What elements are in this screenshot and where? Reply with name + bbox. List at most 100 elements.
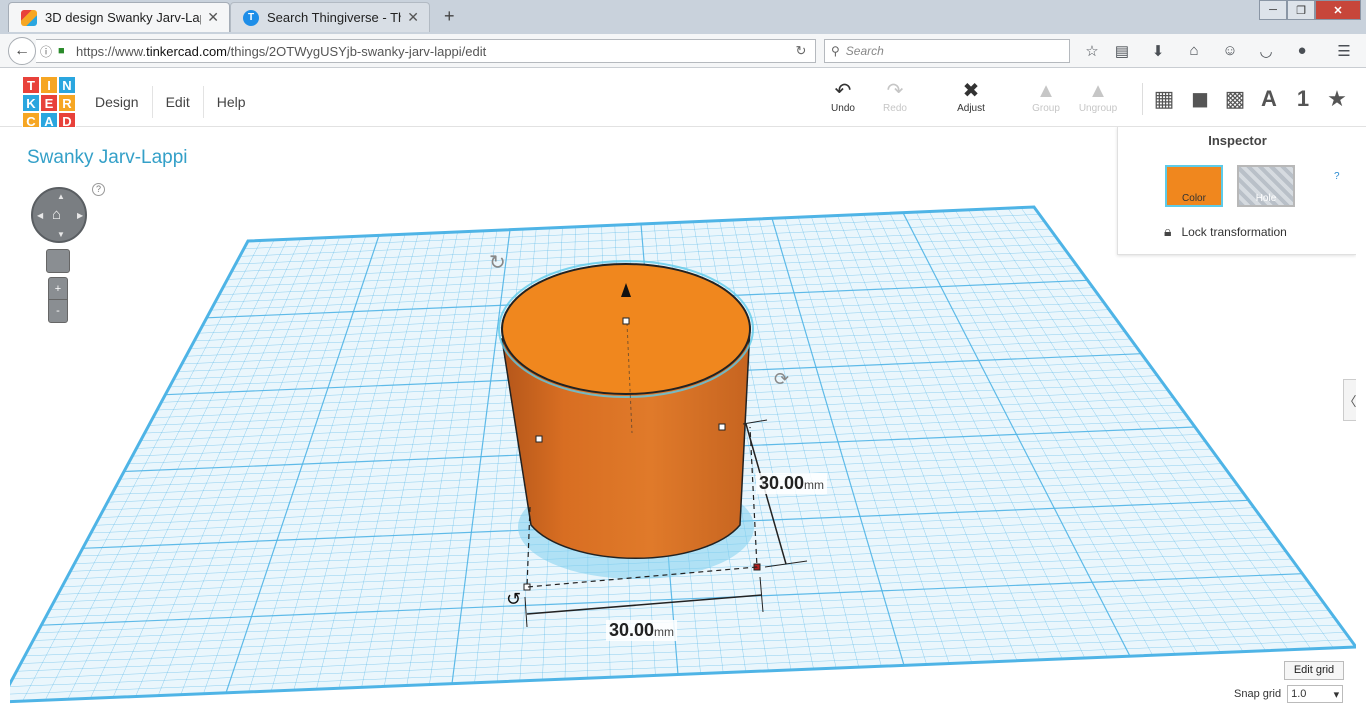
logo-letter: R [58, 94, 76, 112]
padlock-icon: 🔒︎ [1164, 223, 1172, 239]
menu-design[interactable]: Design [82, 86, 153, 118]
help-icon[interactable]: ? [92, 183, 105, 196]
menu-edit[interactable]: Edit [153, 86, 204, 118]
url-host: tinkercad.com [146, 43, 227, 59]
ungroup-button[interactable]: ▲ Ungroup [1074, 79, 1122, 114]
url-path: /things/2OTWygUSYjb-swanky-jarv-lappi/ed… [227, 43, 487, 59]
tinkercad-icon [21, 9, 37, 26]
group-button[interactable]: ▲ Group [1022, 79, 1070, 114]
snap-grid-control: Snap grid 1.0 ▾ [1234, 685, 1344, 703]
hole-button[interactable]: Hole [1237, 165, 1295, 207]
redo-icon: ↷ [886, 80, 904, 102]
chevron-down-icon: ▾ [1333, 688, 1340, 701]
back-button[interactable]: ← [8, 37, 36, 65]
zoom-in-button[interactable]: + [49, 278, 67, 300]
workspace[interactable]: ↻ ↺ ⟳ Swanky Jarv-Lappi ? ▲ ▼ ◀ ▶ ⌂ + - 30… [10, 127, 1356, 720]
height-unit: mm [804, 478, 825, 492]
logo-letter: T [22, 76, 40, 94]
logo-letter: K [22, 94, 40, 112]
tab-tinkercad[interactable]: 3D design Swanky Jarv-Lap... ✕ [8, 2, 230, 32]
download-icon[interactable]: ⬇ [1148, 42, 1168, 62]
idea-icon[interactable]: ● [1292, 42, 1312, 62]
collapse-panel-icon[interactable]: 〈 [1343, 379, 1356, 421]
close-tab-icon[interactable]: ✕ [407, 9, 419, 26]
orbit-right-icon[interactable]: ▶ [77, 211, 83, 220]
group-icon: ▲ [1036, 80, 1056, 102]
new-tab-icon[interactable]: + [444, 6, 455, 27]
fit-view-cube-icon[interactable] [46, 249, 70, 273]
pocket-icon[interactable]: ◡ [1256, 42, 1276, 62]
snap-grid-label: Snap grid [1234, 688, 1282, 700]
maximize-button[interactable]: ❐ [1287, 0, 1315, 20]
redo-button[interactable]: ↷ Redo [871, 79, 919, 114]
ungroup-label: Ungroup [1078, 103, 1118, 114]
adjust-icon: ✖ [962, 80, 980, 102]
grid-view-icon[interactable]: ▦ [1150, 85, 1178, 113]
search-placeholder: Search [845, 44, 884, 58]
minimize-button[interactable]: ─ [1259, 0, 1287, 20]
tab-title: 3D design Swanky Jarv-Lap... [45, 10, 202, 25]
thingiverse-icon: T [243, 9, 259, 26]
reading-list-icon[interactable]: ▤ [1112, 42, 1132, 62]
zoom-out-button[interactable]: - [49, 300, 67, 322]
edit-grid-button[interactable]: Edit grid [1284, 661, 1344, 680]
close-window-button[interactable]: ✕ [1315, 0, 1361, 20]
resize-handle[interactable] [622, 317, 630, 325]
redo-label: Redo [883, 103, 907, 114]
tab-title: Search Thingiverse - Thing... [267, 10, 401, 25]
chat-icon[interactable]: ☺ [1220, 42, 1240, 62]
view-navigation-control[interactable]: ▲ ▼ ◀ ▶ ⌂ [31, 187, 87, 243]
star-icon[interactable]: ★ [1323, 85, 1351, 113]
ungroup-icon: ▲ [1088, 80, 1108, 102]
tab-thingiverse[interactable]: T Search Thingiverse - Thing... ✕ [230, 2, 430, 32]
width-value: 30.00 [609, 620, 655, 640]
orbit-down-icon[interactable]: ▼ [57, 230, 65, 239]
snap-grid-value: 1.0 [1291, 688, 1307, 700]
inspector-title: Inspector [1208, 133, 1267, 148]
undo-icon: ↶ [834, 80, 852, 102]
rotate-handle-icon[interactable]: ↺ [506, 589, 521, 610]
orbit-left-icon[interactable]: ◀ [37, 211, 43, 220]
inspector-help-icon[interactable]: ? [1334, 171, 1340, 182]
text-icon[interactable]: A [1255, 85, 1283, 113]
main-menu: Design Edit Help [82, 86, 259, 118]
resize-handle[interactable] [718, 423, 726, 431]
wire-box-icon[interactable]: ▩ [1221, 85, 1249, 113]
height-dimension-label[interactable]: 30.00mm [756, 473, 828, 494]
reload-icon[interactable]: ↻ [787, 43, 815, 59]
rotate-handle-icon[interactable]: ↻ [489, 250, 506, 274]
orbit-up-icon[interactable]: ▲ [57, 192, 65, 201]
tinkercad-logo[interactable]: TINKERCAD [22, 76, 76, 130]
lock-icon: ■ [58, 45, 65, 57]
home-icon[interactable]: ⌂ [1184, 42, 1204, 62]
number-icon[interactable]: 1 [1289, 85, 1317, 113]
search-input[interactable]: ⚲ Search [824, 39, 1070, 63]
logo-letter: N [58, 76, 76, 94]
url-prefix: https://www. [76, 43, 147, 59]
undo-button[interactable]: ↶ Undo [819, 79, 867, 114]
app-header: TINKERCAD Design Edit Help ↶ Undo ↷ Redo… [0, 69, 1366, 130]
toolbar-divider [1142, 83, 1143, 115]
zoom-controls: + - [48, 277, 68, 323]
browser-navbar: ← ⓘ ■ https://www.tinkercad.com/things/2… [0, 34, 1366, 68]
bookmark-star-icon[interactable]: ☆ [1082, 42, 1102, 62]
close-tab-icon[interactable]: ✕ [207, 9, 219, 26]
adjust-button[interactable]: ✖ Adjust [947, 79, 995, 114]
home-view-icon[interactable]: ⌂ [52, 206, 61, 223]
box-view-icon[interactable]: ◼ [1186, 85, 1214, 113]
rotate-handle-icon[interactable]: ⟳ [774, 369, 789, 390]
adjust-label: Adjust [957, 103, 985, 114]
snap-grid-select[interactable]: 1.0 ▾ [1287, 685, 1344, 703]
menu-icon[interactable]: ☰ [1334, 42, 1354, 62]
logo-letter: E [40, 94, 58, 112]
url-bar[interactable]: ⓘ ■ https://www.tinkercad.com/things/2OT… [36, 39, 816, 63]
inspector-panel: Inspector Color Hole ? 🔒︎ Lock transform… [1117, 127, 1356, 255]
color-button[interactable]: Color [1165, 165, 1223, 207]
group-label: Group [1032, 103, 1060, 114]
menu-help[interactable]: Help [204, 86, 259, 118]
width-dimension-label[interactable]: 30.00mm [606, 620, 678, 641]
resize-handle[interactable] [535, 435, 543, 443]
design-title[interactable]: Swanky Jarv-Lappi [27, 147, 188, 169]
lock-transformation-toggle[interactable]: 🔒︎ Lock transformation [1164, 223, 1287, 240]
info-icon[interactable]: ⓘ [40, 43, 58, 60]
